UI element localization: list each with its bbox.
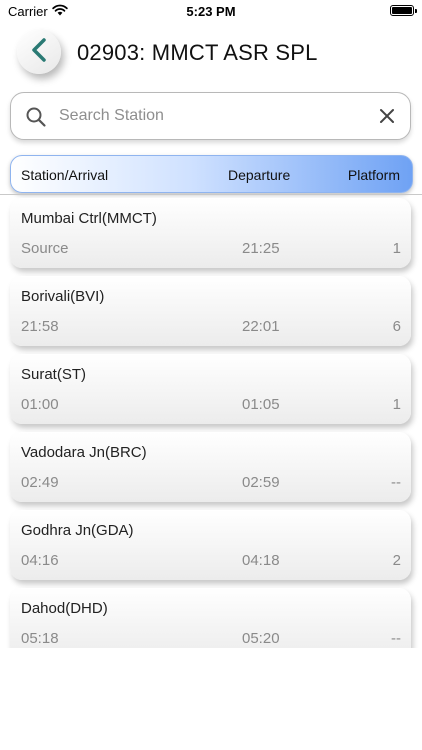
arrival-time: 01:00: [21, 396, 59, 413]
departure-time: 02:59: [242, 474, 280, 491]
back-button[interactable]: [17, 30, 61, 74]
station-name: Vadodara Jn(BRC): [21, 444, 147, 461]
column-header-station: Station/Arrival: [21, 167, 109, 183]
platform-number: 2: [392, 552, 401, 569]
station-card[interactable]: Surat(ST) 01:00 01:05 1: [10, 354, 411, 424]
column-header-platform: Platform: [347, 167, 400, 183]
arrival-time: 21:58: [21, 318, 59, 335]
search-icon: [25, 106, 47, 133]
station-name: Dahod(DHD): [21, 600, 108, 617]
search-box[interactable]: [10, 92, 411, 140]
station-card[interactable]: Mumbai Ctrl(MMCT) Source 21:25 1: [10, 198, 411, 268]
station-name: Godhra Jn(GDA): [21, 522, 134, 539]
page-title: 02903: MMCT ASR SPL: [77, 40, 318, 65]
search-input[interactable]: [59, 101, 369, 131]
platform-number: 1: [392, 396, 401, 413]
chevron-left-icon: [29, 37, 49, 68]
departure-time: 04:18: [242, 552, 280, 569]
platform-number: --: [391, 630, 401, 647]
battery-icon: [390, 5, 417, 16]
departure-time: 05:20: [242, 630, 280, 647]
platform-number: --: [391, 474, 401, 491]
arrival-time: Source: [21, 240, 69, 257]
close-icon[interactable]: [378, 107, 396, 130]
station-card[interactable]: Vadodara Jn(BRC) 02:49 02:59 --: [10, 432, 411, 502]
station-card[interactable]: Godhra Jn(GDA) 04:16 04:18 2: [10, 510, 411, 580]
departure-time: 21:25: [242, 240, 280, 257]
platform-number: 1: [392, 240, 401, 257]
arrival-time: 05:18: [21, 630, 59, 647]
station-card[interactable]: Dahod(DHD) 05:18 05:20 --: [10, 588, 411, 648]
station-card[interactable]: Borivali(BVI) 21:58 22:01 6: [10, 276, 411, 346]
station-list[interactable]: Mumbai Ctrl(MMCT) Source 21:25 1 Borival…: [0, 195, 422, 648]
arrival-time: 02:49: [21, 474, 59, 491]
arrival-time: 04:16: [21, 552, 59, 569]
table-header: Station/Arrival Departure Platform: [10, 155, 413, 193]
clock: 5:23 PM: [186, 4, 236, 19]
station-name: Mumbai Ctrl(MMCT): [21, 210, 157, 227]
station-name: Borivali(BVI): [21, 288, 105, 305]
status-bar: Carrier 5:23 PM: [0, 0, 422, 22]
column-header-departure: Departure: [228, 167, 291, 183]
platform-number: 6: [392, 318, 401, 335]
departure-time: 22:01: [242, 318, 280, 335]
departure-time: 01:05: [242, 396, 280, 413]
station-name: Surat(ST): [21, 366, 87, 383]
